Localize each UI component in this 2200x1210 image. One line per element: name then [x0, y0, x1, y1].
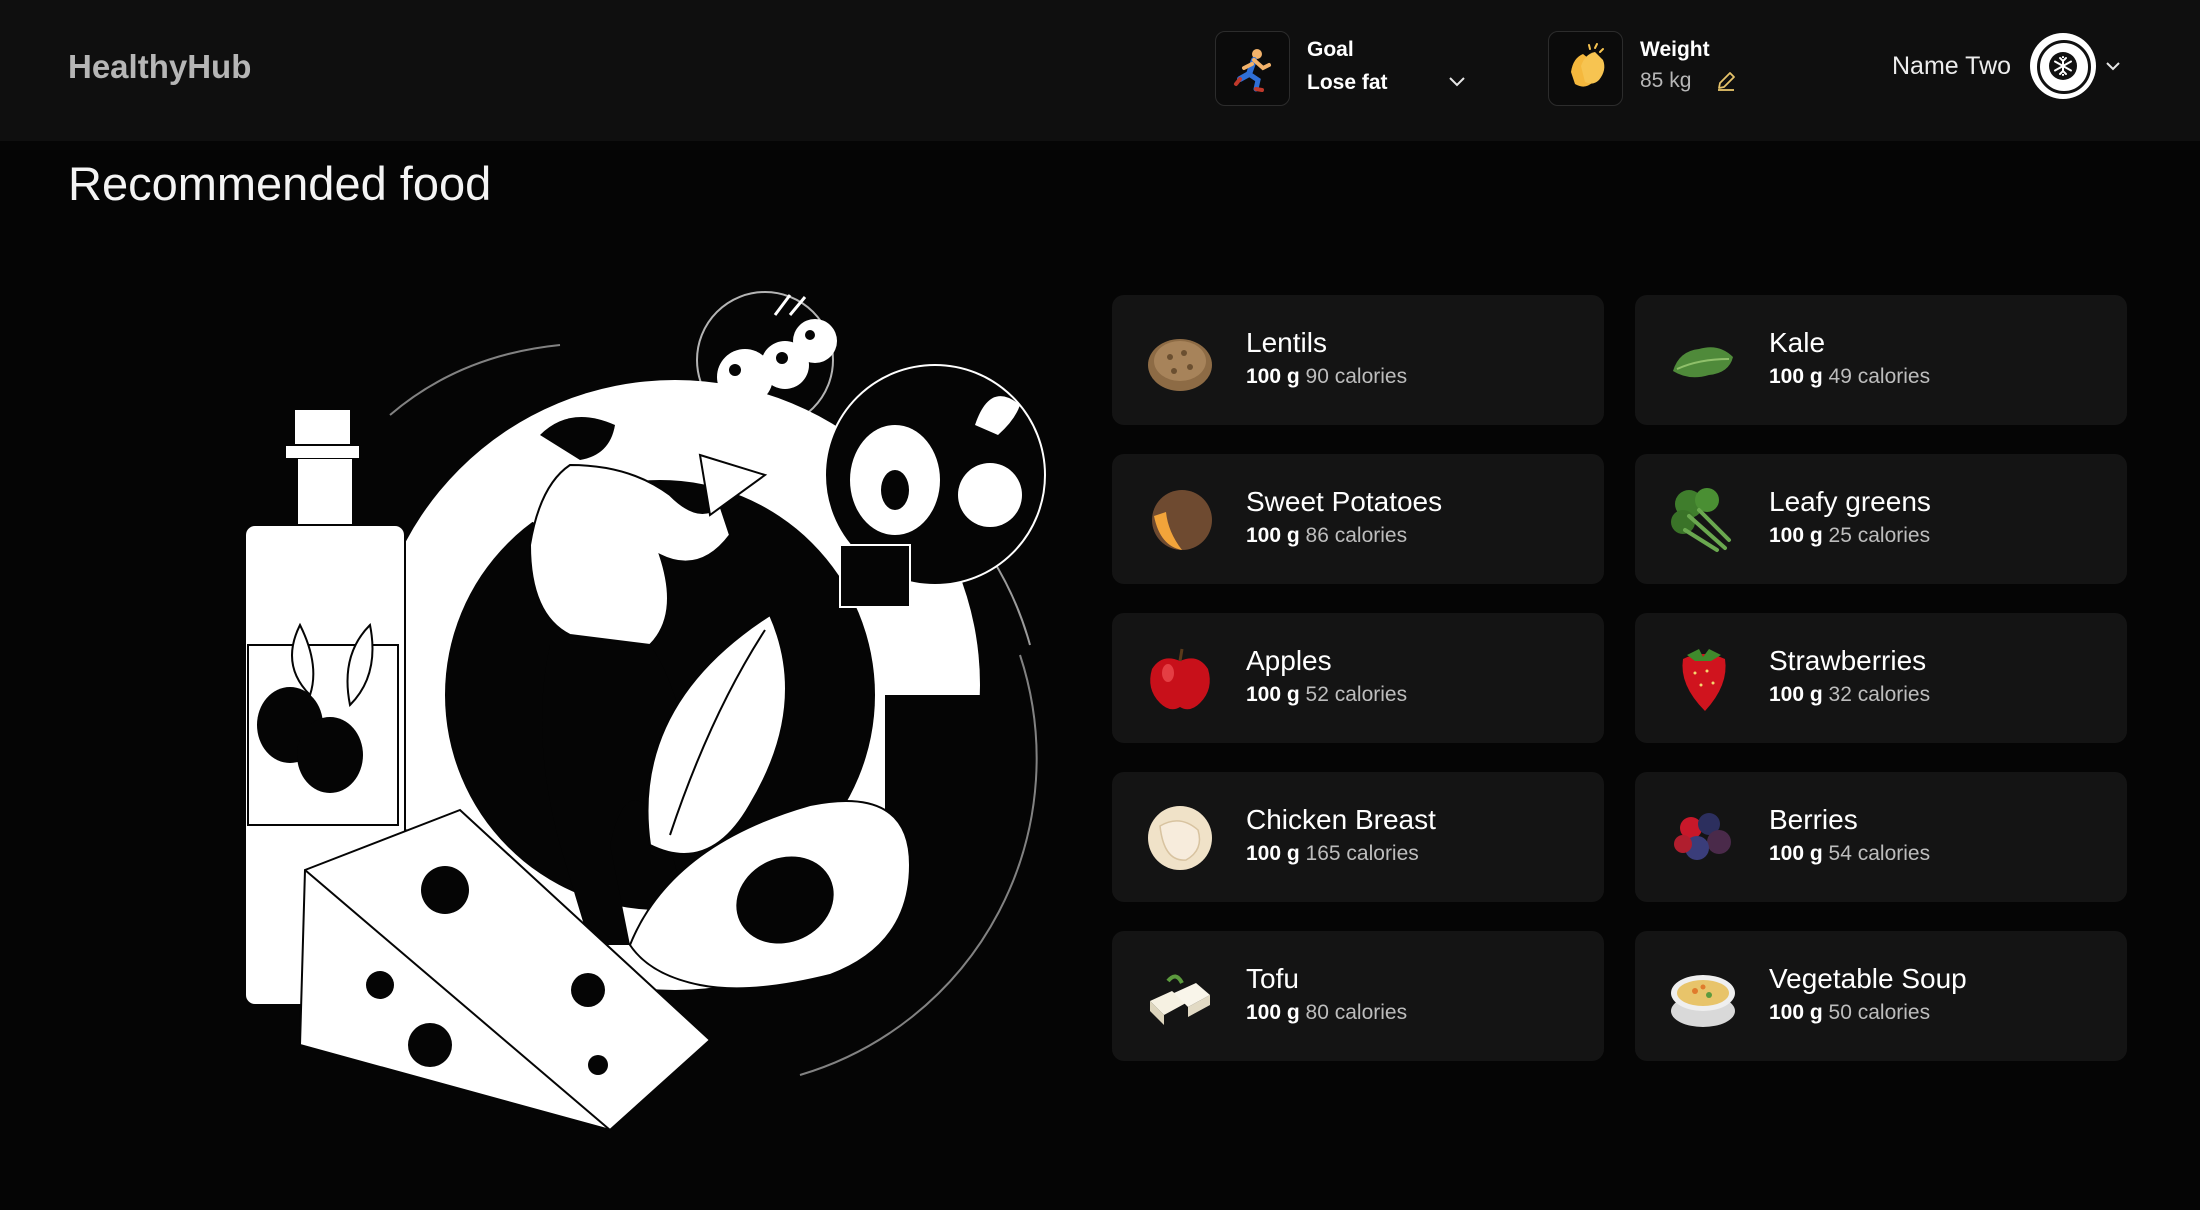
- food-calories: 86 calories: [1305, 524, 1408, 547]
- weight-icon-box: [1548, 31, 1623, 106]
- snowflake-icon: [2049, 52, 2077, 80]
- food-quantity: 100 g: [1769, 365, 1823, 388]
- food-calories: 52 calories: [1305, 683, 1408, 706]
- food-name: Berries: [1769, 804, 1858, 835]
- food-quantity: 100 g: [1246, 842, 1300, 865]
- food-name: Sweet Potatoes: [1246, 486, 1443, 517]
- vegetable-soup-icon: [1671, 975, 1735, 1027]
- tofu-icon: [1150, 974, 1210, 1025]
- food-card-lentils[interactable]: Lentils 100 g 90 calories: [1112, 295, 1604, 425]
- food-nutrition: 100 g 165 calories: [1246, 842, 1419, 866]
- food-card-chicken-breast[interactable]: Chicken Breast 100 g 165 calories: [1112, 772, 1604, 902]
- food-name: Tofu: [1246, 963, 1299, 994]
- food-card-leafy-greens[interactable]: Leafy greens 100 g 25 calories: [1635, 454, 2127, 584]
- food-quantity: 100 g: [1769, 683, 1823, 706]
- food-name: Vegetable Soup: [1769, 963, 1967, 994]
- food-calories: 165 calories: [1305, 842, 1419, 865]
- food-nutrition: 100 g 50 calories: [1769, 1001, 1930, 1025]
- kale-icon: [1673, 347, 1733, 378]
- food-name: Apples: [1246, 645, 1332, 676]
- food-calories: 49 calories: [1828, 365, 1931, 388]
- food-nutrition: 100 g 54 calories: [1769, 842, 1930, 866]
- food-calories: 32 calories: [1828, 683, 1931, 706]
- app-logo[interactable]: HealthyHub: [68, 48, 251, 86]
- food-nutrition: 100 g 90 calories: [1246, 365, 1407, 389]
- page-title: Recommended food: [68, 157, 492, 210]
- food-quantity: 100 g: [1769, 842, 1823, 865]
- weight-value: 85 kg: [1640, 69, 1692, 92]
- food-nutrition: 100 g 32 calories: [1769, 683, 1930, 707]
- goal-icon-box: [1215, 31, 1290, 106]
- top-header: HealthyHub Goal Lose fat Weight 85 kg Na…: [0, 0, 2200, 141]
- user-menu-chevron-down-icon[interactable]: [2105, 61, 2121, 72]
- chicken-breast-icon: [1148, 806, 1212, 870]
- food-quantity: 100 g: [1246, 683, 1300, 706]
- running-person-icon: [1234, 49, 1271, 92]
- user-name[interactable]: Name Two: [1892, 52, 2011, 81]
- food-quantity: 100 g: [1769, 1001, 1823, 1024]
- berries-icon: [1674, 813, 1731, 860]
- apple-icon: [1150, 648, 1210, 710]
- food-calories: 54 calories: [1828, 842, 1931, 865]
- goal-value[interactable]: Lose fat: [1307, 71, 1388, 95]
- food-nutrition: 100 g 25 calories: [1769, 524, 1930, 548]
- edit-weight-icon[interactable]: [1715, 70, 1737, 92]
- food-card-apples[interactable]: Apples 100 g 52 calories: [1112, 613, 1604, 743]
- food-quantity: 100 g: [1769, 524, 1823, 547]
- food-card-vegetable-soup[interactable]: Vegetable Soup 100 g 50 calories: [1635, 931, 2127, 1061]
- food-name: Kale: [1769, 327, 1826, 358]
- lentils-icon: [1148, 339, 1212, 391]
- food-quantity: 100 g: [1246, 365, 1300, 388]
- food-name: Lentils: [1246, 327, 1327, 358]
- sweet-potato-icon: [1152, 490, 1212, 550]
- food-quantity: 100 g: [1246, 524, 1300, 547]
- food-calories: 25 calories: [1828, 524, 1931, 547]
- food-name: Leafy greens: [1769, 486, 1931, 517]
- user-avatar[interactable]: [2030, 33, 2096, 99]
- food-name: Strawberries: [1769, 645, 1927, 676]
- food-nutrition: 100 g 86 calories: [1246, 524, 1407, 548]
- food-quantity: 100 g: [1246, 1001, 1300, 1024]
- healthy-food-illustration: [244, 291, 1046, 1132]
- food-calories: 80 calories: [1305, 1001, 1408, 1024]
- food-nutrition: 100 g 49 calories: [1769, 365, 1930, 389]
- food-card-kale[interactable]: Kale 100 g 49 calories: [1635, 295, 2127, 425]
- food-nutrition: 100 g 80 calories: [1246, 1001, 1407, 1025]
- food-card-berries[interactable]: Berries 100 g 54 calories: [1635, 772, 2127, 902]
- food-nutrition: 100 g 52 calories: [1246, 683, 1407, 707]
- food-card-sweet-potatoes[interactable]: Sweet Potatoes 100 g 86 calories: [1112, 454, 1604, 584]
- goal-label: Goal: [1307, 38, 1354, 61]
- food-name: Chicken Breast: [1246, 804, 1436, 835]
- food-card-tofu[interactable]: Tofu 100 g 80 calories: [1112, 931, 1604, 1061]
- strawberry-icon: [1682, 649, 1726, 711]
- food-card-strawberries[interactable]: Strawberries 100 g 32 calories: [1635, 613, 2127, 743]
- food-calories: 50 calories: [1828, 1001, 1931, 1024]
- weight-label: Weight: [1640, 38, 1710, 61]
- food-calories: 90 calories: [1305, 365, 1408, 388]
- clapping-hands-icon: [1571, 43, 1605, 87]
- goal-chevron-down-icon[interactable]: [1448, 76, 1466, 88]
- leafy-greens-icon: [1671, 488, 1731, 552]
